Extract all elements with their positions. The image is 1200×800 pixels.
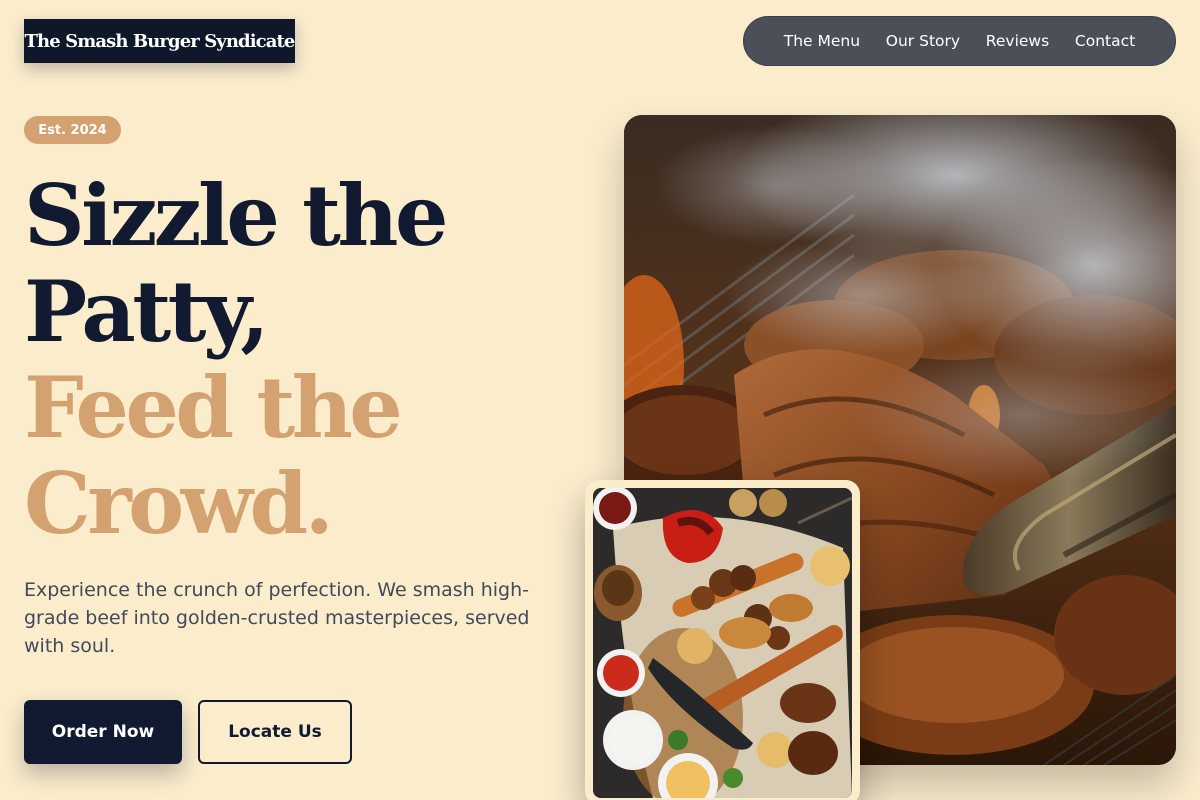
headline-line-2: Patty, (24, 262, 269, 361)
kebab-platter-photo-frame (585, 480, 860, 800)
hero-description: Experience the crunch of perfection. We … (24, 579, 530, 657)
nav-link-reviews[interactable]: Reviews (986, 32, 1049, 50)
landing-page: The Smash Burger Syndicate The Menu Our … (0, 0, 1200, 800)
nav-link-menu[interactable]: The Menu (784, 32, 860, 50)
order-now-button[interactable]: Order Now (24, 700, 182, 764)
site-logo[interactable]: The Smash Burger Syndicate (24, 19, 295, 63)
main-nav: The Menu Our Story Reviews Contact (743, 16, 1176, 66)
established-badge: Est. 2024 (24, 116, 121, 144)
nav-link-our-story[interactable]: Our Story (886, 32, 960, 50)
headline-line-3: Feed the (24, 358, 403, 457)
hero-headline: Sizzle the Patty, Feed the Crowd. (24, 166, 448, 553)
kebab-platter-photo (593, 488, 852, 798)
headline-line-1: Sizzle the (24, 166, 448, 265)
locate-us-button[interactable]: Locate Us (198, 700, 352, 764)
nav-link-contact[interactable]: Contact (1075, 32, 1135, 50)
headline-line-4: Crowd. (24, 454, 334, 553)
